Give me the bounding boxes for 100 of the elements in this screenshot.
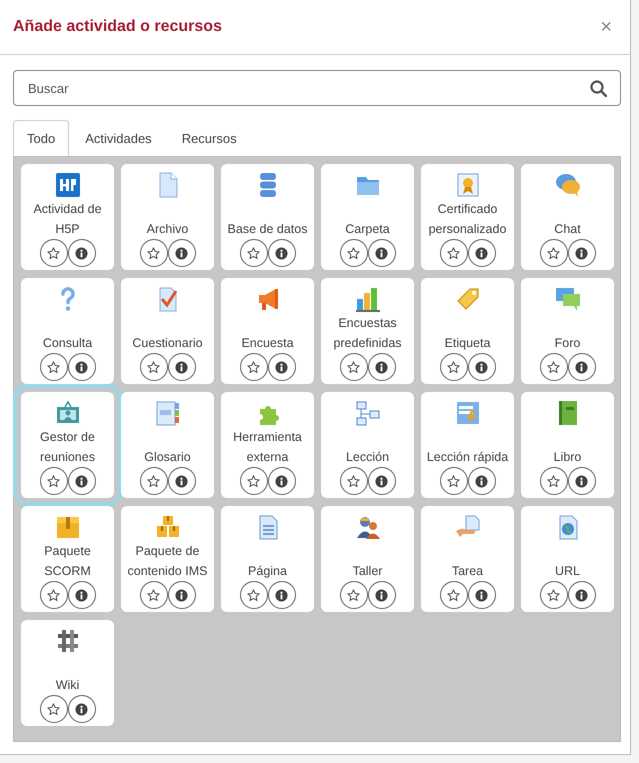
info-icon bbox=[375, 474, 388, 488]
star-button[interactable] bbox=[540, 467, 568, 495]
star-button[interactable] bbox=[340, 467, 368, 495]
info-icon bbox=[375, 246, 388, 260]
star-button[interactable] bbox=[540, 239, 568, 267]
tab[interactable]: Recursos bbox=[168, 120, 251, 156]
activity-card[interactable]: Chat bbox=[521, 164, 614, 270]
info-button[interactable] bbox=[168, 581, 196, 609]
info-button[interactable] bbox=[68, 467, 96, 495]
star-icon bbox=[47, 588, 60, 602]
star-button[interactable] bbox=[40, 695, 68, 723]
star-button[interactable] bbox=[140, 239, 168, 267]
star-button[interactable] bbox=[540, 581, 568, 609]
star-button[interactable] bbox=[140, 581, 168, 609]
activity-card[interactable]: Página bbox=[221, 506, 314, 612]
activity-card[interactable]: Libro bbox=[521, 392, 614, 498]
info-button[interactable] bbox=[468, 467, 496, 495]
activity-card[interactable]: Encuestas predefinidas bbox=[321, 278, 414, 384]
info-button[interactable] bbox=[568, 581, 596, 609]
star-button[interactable] bbox=[40, 239, 68, 267]
activity-card[interactable]: Paquete de contenido IMS bbox=[121, 506, 214, 612]
star-icon bbox=[247, 360, 260, 374]
info-button[interactable] bbox=[168, 353, 196, 381]
info-button[interactable] bbox=[268, 467, 296, 495]
star-button[interactable] bbox=[240, 353, 268, 381]
activity-card[interactable]: Taller bbox=[321, 506, 414, 612]
info-button[interactable] bbox=[368, 467, 396, 495]
star-button[interactable] bbox=[40, 581, 68, 609]
activity-label: Lección bbox=[346, 449, 390, 466]
activity-card[interactable]: Glosario bbox=[121, 392, 214, 498]
activity-card[interactable]: Lección rápida bbox=[421, 392, 514, 498]
tab[interactable]: Actividades bbox=[71, 120, 166, 156]
activity-card[interactable]: Archivo bbox=[121, 164, 214, 270]
info-button[interactable] bbox=[568, 239, 596, 267]
info-button[interactable] bbox=[468, 239, 496, 267]
info-button[interactable] bbox=[568, 467, 596, 495]
info-button[interactable] bbox=[268, 239, 296, 267]
info-icon bbox=[175, 360, 188, 374]
star-button[interactable] bbox=[240, 467, 268, 495]
activity-card[interactable]: Herramienta externa bbox=[221, 392, 314, 498]
info-button[interactable] bbox=[68, 695, 96, 723]
activity-card[interactable]: Carpeta bbox=[321, 164, 414, 270]
close-button[interactable]: × bbox=[596, 16, 616, 38]
star-button[interactable] bbox=[440, 467, 468, 495]
star-button[interactable] bbox=[440, 581, 468, 609]
info-icon bbox=[175, 588, 188, 602]
star-icon bbox=[147, 246, 160, 260]
activity-card[interactable]: Wiki bbox=[21, 620, 114, 726]
info-icon bbox=[75, 246, 88, 260]
activity-card[interactable]: Lección bbox=[321, 392, 414, 498]
info-button[interactable] bbox=[268, 581, 296, 609]
activity-card[interactable]: Cuestionario bbox=[121, 278, 214, 384]
activity-label: Wiki bbox=[56, 677, 80, 694]
star-button[interactable] bbox=[540, 353, 568, 381]
info-button[interactable] bbox=[168, 467, 196, 495]
info-button[interactable] bbox=[68, 581, 96, 609]
star-icon bbox=[47, 702, 60, 716]
activity-card[interactable]: Certificado personalizado bbox=[421, 164, 514, 270]
activity-label: Herramienta externa bbox=[232, 429, 303, 466]
activity-card[interactable]: Consulta bbox=[21, 278, 114, 384]
star-button[interactable] bbox=[440, 353, 468, 381]
info-icon bbox=[275, 588, 288, 602]
star-icon bbox=[247, 474, 260, 488]
activity-card[interactable]: Etiqueta bbox=[421, 278, 514, 384]
activity-card[interactable]: Base de datos bbox=[221, 164, 314, 270]
activity-label: Actividad de H5P bbox=[32, 201, 103, 238]
info-button[interactable] bbox=[168, 239, 196, 267]
info-button[interactable] bbox=[368, 581, 396, 609]
activity-card[interactable]: Gestor de reuniones bbox=[21, 392, 114, 498]
star-button[interactable] bbox=[340, 581, 368, 609]
activity-card[interactable]: Paquete SCORM bbox=[21, 506, 114, 612]
star-icon bbox=[47, 246, 60, 260]
star-button[interactable] bbox=[240, 581, 268, 609]
search-field[interactable]: Buscar bbox=[13, 70, 621, 106]
star-icon bbox=[547, 246, 560, 260]
info-button[interactable] bbox=[568, 353, 596, 381]
info-button[interactable] bbox=[268, 353, 296, 381]
star-button[interactable] bbox=[340, 239, 368, 267]
info-button[interactable] bbox=[368, 353, 396, 381]
activity-card[interactable]: Foro bbox=[521, 278, 614, 384]
star-button[interactable] bbox=[340, 353, 368, 381]
activity-card[interactable]: Encuesta bbox=[221, 278, 314, 384]
star-button[interactable] bbox=[140, 353, 168, 381]
activity-label: Chat bbox=[554, 221, 581, 238]
activity-card[interactable]: Actividad de H5P bbox=[21, 164, 114, 270]
star-button[interactable] bbox=[440, 239, 468, 267]
activity-label: Encuesta bbox=[241, 335, 294, 352]
star-button[interactable] bbox=[40, 467, 68, 495]
info-button[interactable] bbox=[68, 239, 96, 267]
info-button[interactable] bbox=[368, 239, 396, 267]
star-button[interactable] bbox=[140, 467, 168, 495]
activity-card[interactable]: Tarea bbox=[421, 506, 514, 612]
activity-card[interactable]: URL bbox=[521, 506, 614, 612]
tab[interactable]: Todo bbox=[13, 120, 70, 156]
star-button[interactable] bbox=[240, 239, 268, 267]
info-button[interactable] bbox=[468, 581, 496, 609]
activity-label: Tarea bbox=[452, 563, 484, 580]
star-button[interactable] bbox=[40, 353, 68, 381]
info-button[interactable] bbox=[468, 353, 496, 381]
info-button[interactable] bbox=[68, 353, 96, 381]
